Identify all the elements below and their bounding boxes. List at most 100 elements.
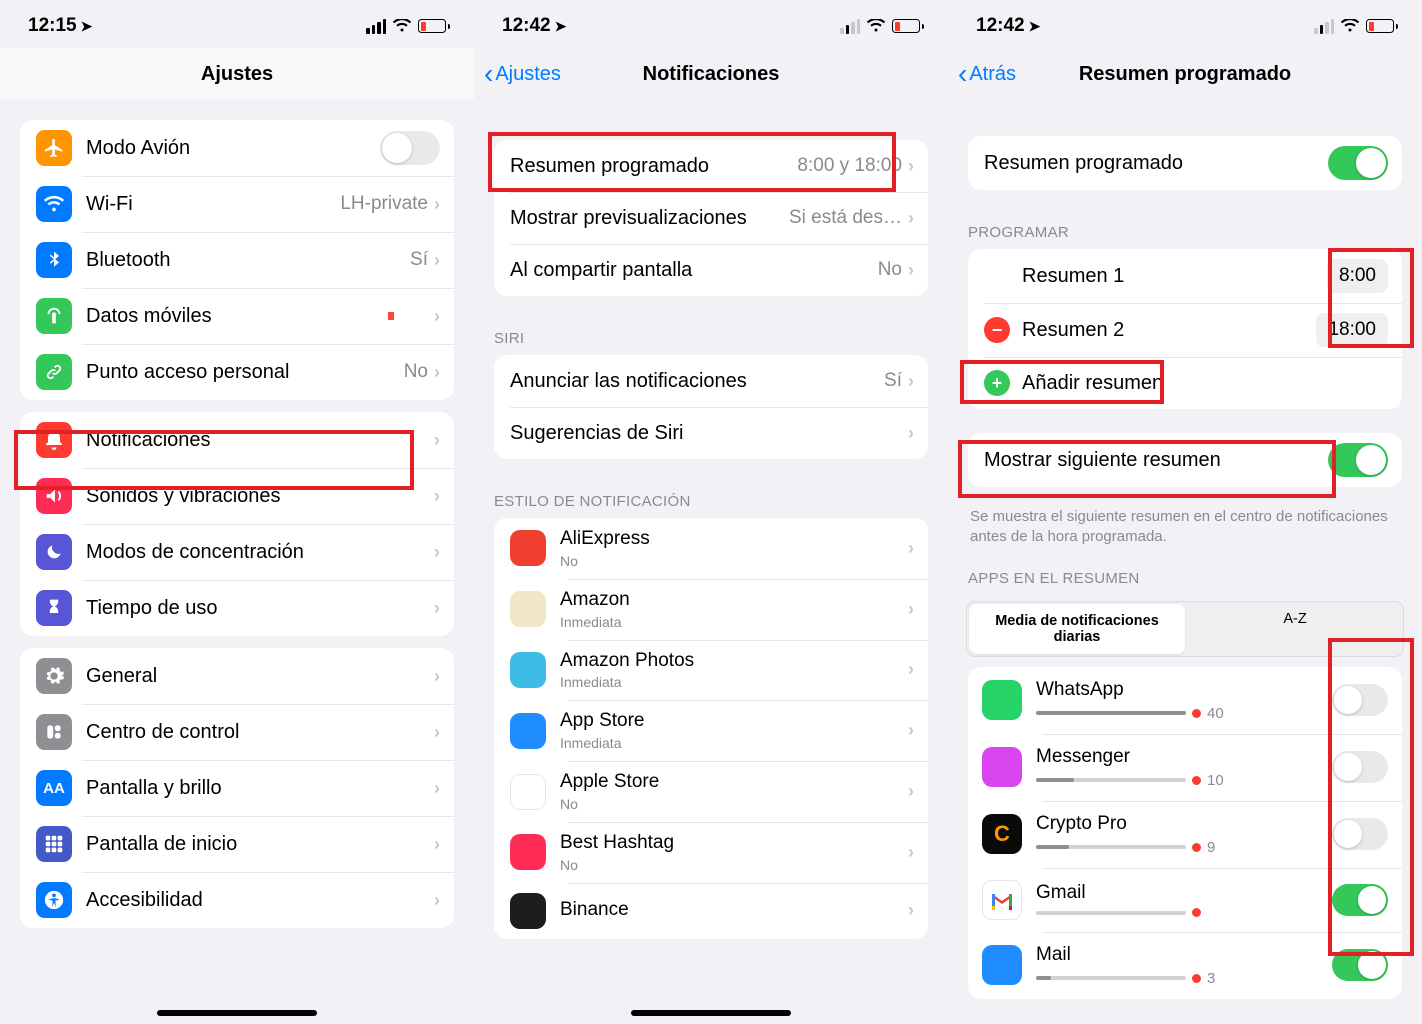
- app-sub: No: [560, 857, 908, 873]
- app-notification-row[interactable]: Binance ›: [494, 883, 928, 939]
- settings-row[interactable]: AAPantalla y brillo›: [20, 760, 454, 816]
- app-toggle[interactable]: [1332, 684, 1388, 716]
- app-notification-row[interactable]: Amazon Inmediata ›: [494, 579, 928, 640]
- settings-row[interactable]: Pantalla de inicio›: [20, 816, 454, 872]
- chevron-right-icon: ›: [908, 659, 914, 680]
- settings-row[interactable]: Al compartir pantallaNo›: [494, 244, 928, 296]
- settings-row[interactable]: Centro de control›: [20, 704, 454, 760]
- row-label: Bluetooth: [86, 248, 410, 272]
- app-toggle[interactable]: [1332, 884, 1388, 916]
- app-notification-row[interactable]: AliExpress No ›: [494, 518, 928, 579]
- show-next-toggle[interactable]: [1328, 443, 1388, 477]
- app-notification-row[interactable]: Best Hashtag No ›: [494, 822, 928, 883]
- app-icon: [510, 652, 546, 688]
- row-label: Sugerencias de Siri: [510, 421, 908, 445]
- row-label: Centro de control: [86, 720, 434, 744]
- chevron-right-icon: ›: [908, 900, 914, 921]
- app-name: AliExpress: [560, 528, 908, 551]
- settings-row[interactable]: Modos de concentración›: [20, 524, 454, 580]
- time: 12:42: [502, 15, 551, 37]
- row-value: LH-private: [340, 193, 428, 215]
- settings-row[interactable]: Wi-FiLH-private›: [20, 176, 454, 232]
- main-toggle-label: Resumen programado: [984, 151, 1328, 175]
- summary-app-row[interactable]: Messenger 10: [968, 734, 1402, 801]
- chevron-left-icon: ‹: [484, 60, 493, 88]
- back-label: Ajustes: [495, 63, 561, 86]
- row-label: Al compartir pantalla: [510, 258, 878, 282]
- chevron-right-icon: ›: [908, 423, 914, 444]
- page-title: Ajustes: [201, 63, 273, 86]
- app-bar: 9: [1036, 839, 1332, 856]
- row-label: Modos de concentración: [86, 540, 434, 564]
- chevron-right-icon: ›: [908, 599, 914, 620]
- app-icon: C: [982, 814, 1022, 854]
- time-chip[interactable]: 8:00: [1327, 259, 1388, 293]
- chevron-right-icon: ›: [434, 194, 440, 215]
- sound-icon: [36, 478, 72, 514]
- app-icon: [982, 945, 1022, 985]
- settings-row[interactable]: General›: [20, 648, 454, 704]
- chevron-right-icon: ›: [434, 778, 440, 799]
- app-count: 10: [1207, 772, 1224, 789]
- settings-row[interactable]: Anunciar las notificacionesSí›: [494, 355, 928, 407]
- settings-row[interactable]: Punto acceso personalNo›: [20, 344, 454, 400]
- add-summary-row[interactable]: +Añadir resumen: [968, 357, 1402, 409]
- summary-app-row[interactable]: Gmail: [968, 868, 1402, 932]
- seg-az[interactable]: A-Z: [1187, 602, 1403, 656]
- app-notification-row[interactable]: App Store Inmediata ›: [494, 700, 928, 761]
- settings-row[interactable]: Notificaciones›: [20, 412, 454, 468]
- app-toggle[interactable]: [1332, 949, 1388, 981]
- app-notification-row[interactable]: Amazon Photos Inmediata ›: [494, 640, 928, 701]
- chevron-right-icon: ›: [908, 842, 914, 863]
- settings-row[interactable]: Sugerencias de Siri›: [494, 407, 928, 459]
- home-indicator: [157, 1010, 317, 1016]
- settings-row[interactable]: BluetoothSí ›: [20, 232, 454, 288]
- chevron-right-icon: ›: [434, 250, 440, 271]
- app-icon: [982, 680, 1022, 720]
- settings-row[interactable]: Datos móviles›: [20, 288, 454, 344]
- settings-row[interactable]: Resumen programado8:00 y 18:00›: [494, 140, 928, 192]
- app-notification-row[interactable]: Apple Store No ›: [494, 761, 928, 822]
- settings-row[interactable]: Sonidos y vibraciones›: [20, 468, 454, 524]
- bar-dot-icon: [1192, 709, 1201, 718]
- row-label: Modo Avión: [86, 136, 380, 160]
- chevron-right-icon: ›: [434, 666, 440, 687]
- chevron-right-icon: ›: [434, 722, 440, 743]
- schedule-label: Resumen 2: [1022, 318, 1316, 342]
- summary-app-row[interactable]: WhatsApp 40: [968, 667, 1402, 734]
- seg-avg[interactable]: Media de notificaciones diarias: [969, 604, 1185, 654]
- summary-app-row[interactable]: Mail 3: [968, 932, 1402, 999]
- summary-app-row[interactable]: C Crypto Pro 9: [968, 801, 1402, 868]
- main-toggle-row[interactable]: Resumen programado: [968, 136, 1402, 190]
- row-label: Notificaciones: [86, 428, 434, 452]
- settings-row[interactable]: Accesibilidad›: [20, 872, 454, 928]
- schedule-row[interactable]: Resumen 1 8:00: [968, 249, 1402, 303]
- row-value: Sí: [410, 249, 428, 271]
- time: 12:15: [28, 15, 77, 37]
- settings-row[interactable]: Mostrar previsualizacionesSi está des…›: [494, 192, 928, 244]
- summary-toggle[interactable]: [1328, 146, 1388, 180]
- alert-dot: [388, 312, 394, 320]
- back-button[interactable]: ‹Atrás: [958, 60, 1016, 88]
- segment-control[interactable]: Media de notificaciones diarias A-Z: [966, 601, 1404, 657]
- row-toggle[interactable]: [380, 131, 440, 165]
- aa-icon: AA: [36, 770, 72, 806]
- chevron-right-icon: ›: [434, 834, 440, 855]
- delete-icon[interactable]: −: [984, 317, 1010, 343]
- app-count: 3: [1207, 970, 1215, 987]
- settings-row[interactable]: Tiempo de uso›: [20, 580, 454, 636]
- app-toggle[interactable]: [1332, 818, 1388, 850]
- app-name: App Store: [560, 710, 908, 733]
- page-title: Resumen programado: [1079, 63, 1291, 86]
- bar-dot-icon: [1192, 908, 1201, 917]
- back-button[interactable]: ‹Ajustes: [484, 60, 561, 88]
- schedule-row[interactable]: −Resumen 2 18:00: [968, 303, 1402, 357]
- time-chip[interactable]: 18:00: [1316, 313, 1388, 347]
- show-next-row[interactable]: Mostrar siguiente resumen: [968, 433, 1402, 487]
- row-value: Si está des…: [789, 207, 902, 229]
- apps-header: APPS EN EL RESUMEN: [948, 548, 1422, 595]
- settings-row[interactable]: Modo Avión: [20, 120, 454, 176]
- app-toggle[interactable]: [1332, 751, 1388, 783]
- back-label: Atrás: [969, 63, 1016, 86]
- app-icon: [510, 893, 546, 929]
